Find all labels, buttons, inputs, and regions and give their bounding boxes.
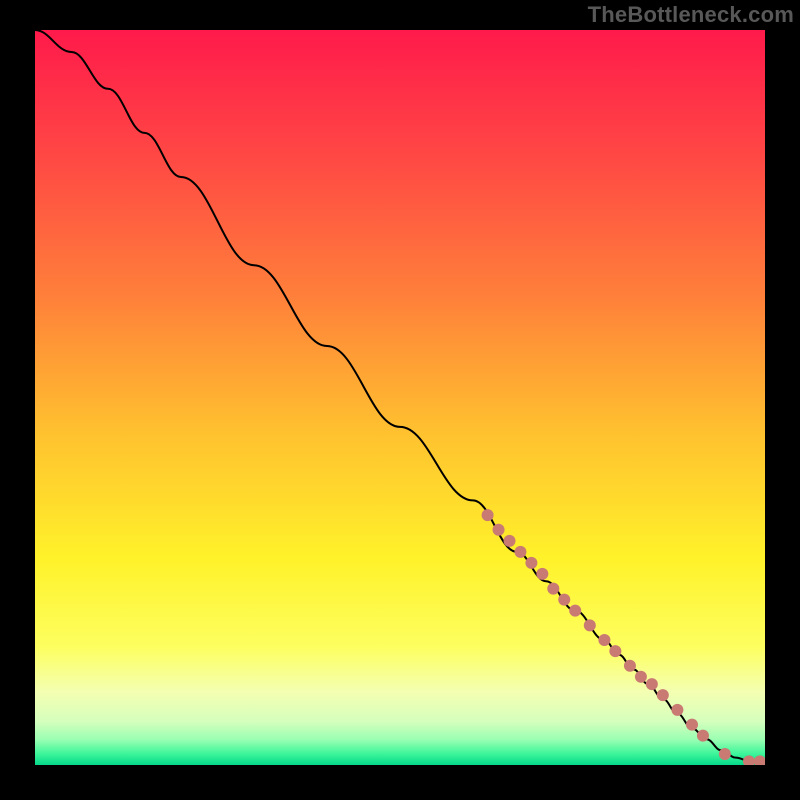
data-marker bbox=[609, 645, 621, 657]
data-marker bbox=[584, 619, 596, 631]
chart-stage: TheBottleneck.com bbox=[0, 0, 800, 800]
chart-svg bbox=[35, 30, 765, 765]
data-marker bbox=[624, 660, 636, 672]
data-marker bbox=[686, 719, 698, 731]
data-marker bbox=[482, 509, 494, 521]
data-marker bbox=[671, 704, 683, 716]
data-marker bbox=[514, 546, 526, 558]
data-marker bbox=[646, 678, 658, 690]
data-marker bbox=[493, 524, 505, 536]
chart-plot-area bbox=[35, 30, 765, 765]
data-marker bbox=[719, 748, 731, 760]
chart-background bbox=[35, 30, 765, 765]
data-marker bbox=[598, 634, 610, 646]
data-marker bbox=[547, 583, 559, 595]
watermark-text: TheBottleneck.com bbox=[588, 2, 794, 28]
data-marker bbox=[697, 730, 709, 742]
data-marker bbox=[504, 535, 516, 547]
data-marker bbox=[569, 605, 581, 617]
data-marker bbox=[657, 689, 669, 701]
data-marker bbox=[635, 671, 647, 683]
data-marker bbox=[525, 557, 537, 569]
data-marker bbox=[536, 568, 548, 580]
data-marker bbox=[558, 594, 570, 606]
